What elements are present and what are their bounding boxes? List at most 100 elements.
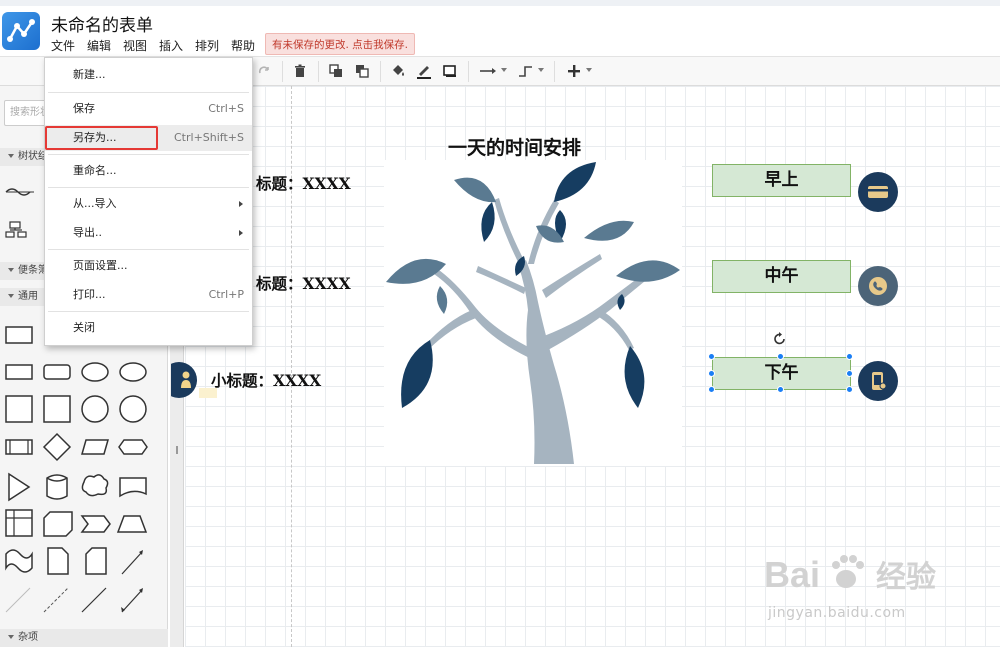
chevron-down-icon	[8, 154, 14, 158]
redo-icon	[258, 66, 269, 74]
time-block-morning[interactable]: 早上	[712, 164, 851, 197]
fill-color-button[interactable]	[386, 60, 410, 82]
app-logo[interactable]	[2, 12, 40, 50]
menu-item-save[interactable]: 保存 Ctrl+S	[45, 96, 252, 122]
shape-cloud	[81, 474, 109, 497]
section-misc[interactable]: 杂项	[0, 629, 168, 647]
document-title[interactable]: 未命名的表单	[51, 11, 153, 36]
baidu-watermark-logo: Bai 经验	[764, 554, 936, 595]
menu-item-rename[interactable]: 重命名...	[45, 158, 252, 184]
resize-handle[interactable]	[708, 370, 715, 377]
chevron-down-icon	[501, 68, 507, 72]
shape-hexagon	[118, 439, 148, 455]
chevron-right-icon	[239, 230, 243, 236]
chevron-right-icon	[239, 201, 243, 207]
menu-item-print[interactable]: 打印... Ctrl+P	[45, 282, 252, 308]
subtitle-2[interactable]: 标题：XXXX	[256, 272, 351, 294]
shape-rounded-rectangle	[43, 364, 71, 380]
chevron-down-icon	[8, 635, 14, 639]
resize-handle[interactable]	[708, 386, 715, 393]
to-back-button[interactable]	[350, 60, 374, 82]
pencil-icon	[417, 66, 431, 79]
subtitle-3[interactable]: 小标题：XXXX	[211, 369, 321, 391]
resize-handle[interactable]	[846, 370, 853, 377]
trash-icon	[295, 64, 305, 77]
resize-handle[interactable]	[846, 353, 853, 360]
to-front-button[interactable]	[324, 60, 348, 82]
waypoints-button[interactable]	[514, 60, 538, 82]
general-shape-palette[interactable]	[0, 316, 168, 628]
menu-item-close[interactable]: 关闭	[45, 315, 252, 341]
menu-item-export[interactable]: 导出..	[45, 220, 252, 246]
save-as-shortcut: Ctrl+Shift+S	[174, 131, 244, 144]
mobile-pay-icon-badge[interactable]	[858, 361, 898, 401]
chevron-down-icon	[586, 68, 592, 72]
shape-document	[119, 477, 147, 498]
toolbar-separator	[282, 61, 283, 82]
menu-item-new[interactable]: 新建...	[45, 62, 252, 88]
time-block-noon[interactable]: 中午	[712, 260, 851, 293]
unsaved-changes-badge[interactable]: 有未保存的更改. 点击我保存.	[265, 33, 416, 55]
menu-separator	[48, 187, 249, 188]
menu-edit[interactable]: 编辑	[87, 37, 111, 54]
resize-handle[interactable]	[777, 353, 784, 360]
shadow-button[interactable]	[438, 60, 462, 82]
plus-icon	[568, 65, 580, 77]
menu-help[interactable]: 帮助	[231, 37, 255, 54]
menu-item-page-setup[interactable]: 页面设置...	[45, 253, 252, 279]
shape-cube	[43, 511, 73, 537]
tree-shapes[interactable]	[4, 178, 44, 238]
person-icon	[181, 371, 191, 388]
delete-button[interactable]	[288, 60, 312, 82]
time-block-afternoon[interactable]: 下午	[712, 357, 851, 390]
shape-tape	[5, 549, 33, 573]
credit-card-icon	[868, 186, 888, 198]
chevron-down-icon	[8, 294, 14, 298]
diagram-title[interactable]: 一天的时间安排	[448, 133, 581, 160]
watermark-brand-bai: Bai	[764, 554, 820, 595]
shape-cylinder	[46, 474, 68, 500]
person-badge[interactable]	[171, 362, 201, 398]
menu-separator	[48, 249, 249, 250]
connector-style-button[interactable]	[476, 60, 500, 82]
shape-circle-double	[119, 395, 147, 423]
shape-square-bold	[43, 395, 71, 423]
shape-ellipse	[81, 362, 109, 382]
menu-item-import[interactable]: 从...导入	[45, 191, 252, 217]
page-boundary-guide	[291, 86, 292, 647]
save-shortcut: Ctrl+S	[208, 102, 244, 115]
menu-arrange[interactable]: 排列	[195, 37, 219, 54]
file-dropdown-menu: 新建... 保存 Ctrl+S 另存为... Ctrl+Shift+S 重命名...…	[44, 57, 253, 346]
splitter-grip-icon	[176, 446, 178, 454]
card-icon-badge[interactable]	[858, 172, 898, 212]
menu-separator	[48, 154, 249, 155]
shape-trapezoid	[116, 515, 148, 533]
resize-handle[interactable]	[708, 353, 715, 360]
tree-illustration[interactable]	[384, 160, 682, 466]
watermark-url: jingyan.baidu.com	[768, 605, 906, 621]
resize-handle[interactable]	[846, 386, 853, 393]
line-color-button[interactable]	[412, 60, 436, 82]
shape-step	[80, 515, 111, 533]
mobile-phone-icon	[872, 372, 887, 390]
shape-parallelogram	[81, 439, 109, 455]
shape-square	[5, 395, 33, 423]
toolbar-separator	[380, 61, 381, 82]
shape-card	[85, 547, 107, 575]
insert-button[interactable]	[562, 60, 586, 82]
menu-file[interactable]: 文件	[51, 37, 75, 54]
resize-handle[interactable]	[777, 386, 784, 393]
save-as-highlight-box	[45, 126, 158, 150]
redo-button[interactable]	[252, 60, 276, 82]
shape-diamond	[42, 432, 72, 462]
chevron-right-icon	[8, 268, 14, 272]
print-shortcut: Ctrl+P	[208, 288, 244, 301]
to-front-icon	[329, 64, 342, 77]
phone-icon-badge[interactable]	[858, 266, 898, 306]
rotate-handle-icon[interactable]	[772, 331, 788, 347]
shape-triangle	[8, 472, 31, 502]
menu-insert[interactable]: 插入	[159, 37, 183, 54]
subtitle-1[interactable]: 标题：XXXX	[256, 172, 351, 194]
shape-ellipse-double	[119, 362, 147, 382]
menu-view[interactable]: 视图	[123, 37, 147, 54]
